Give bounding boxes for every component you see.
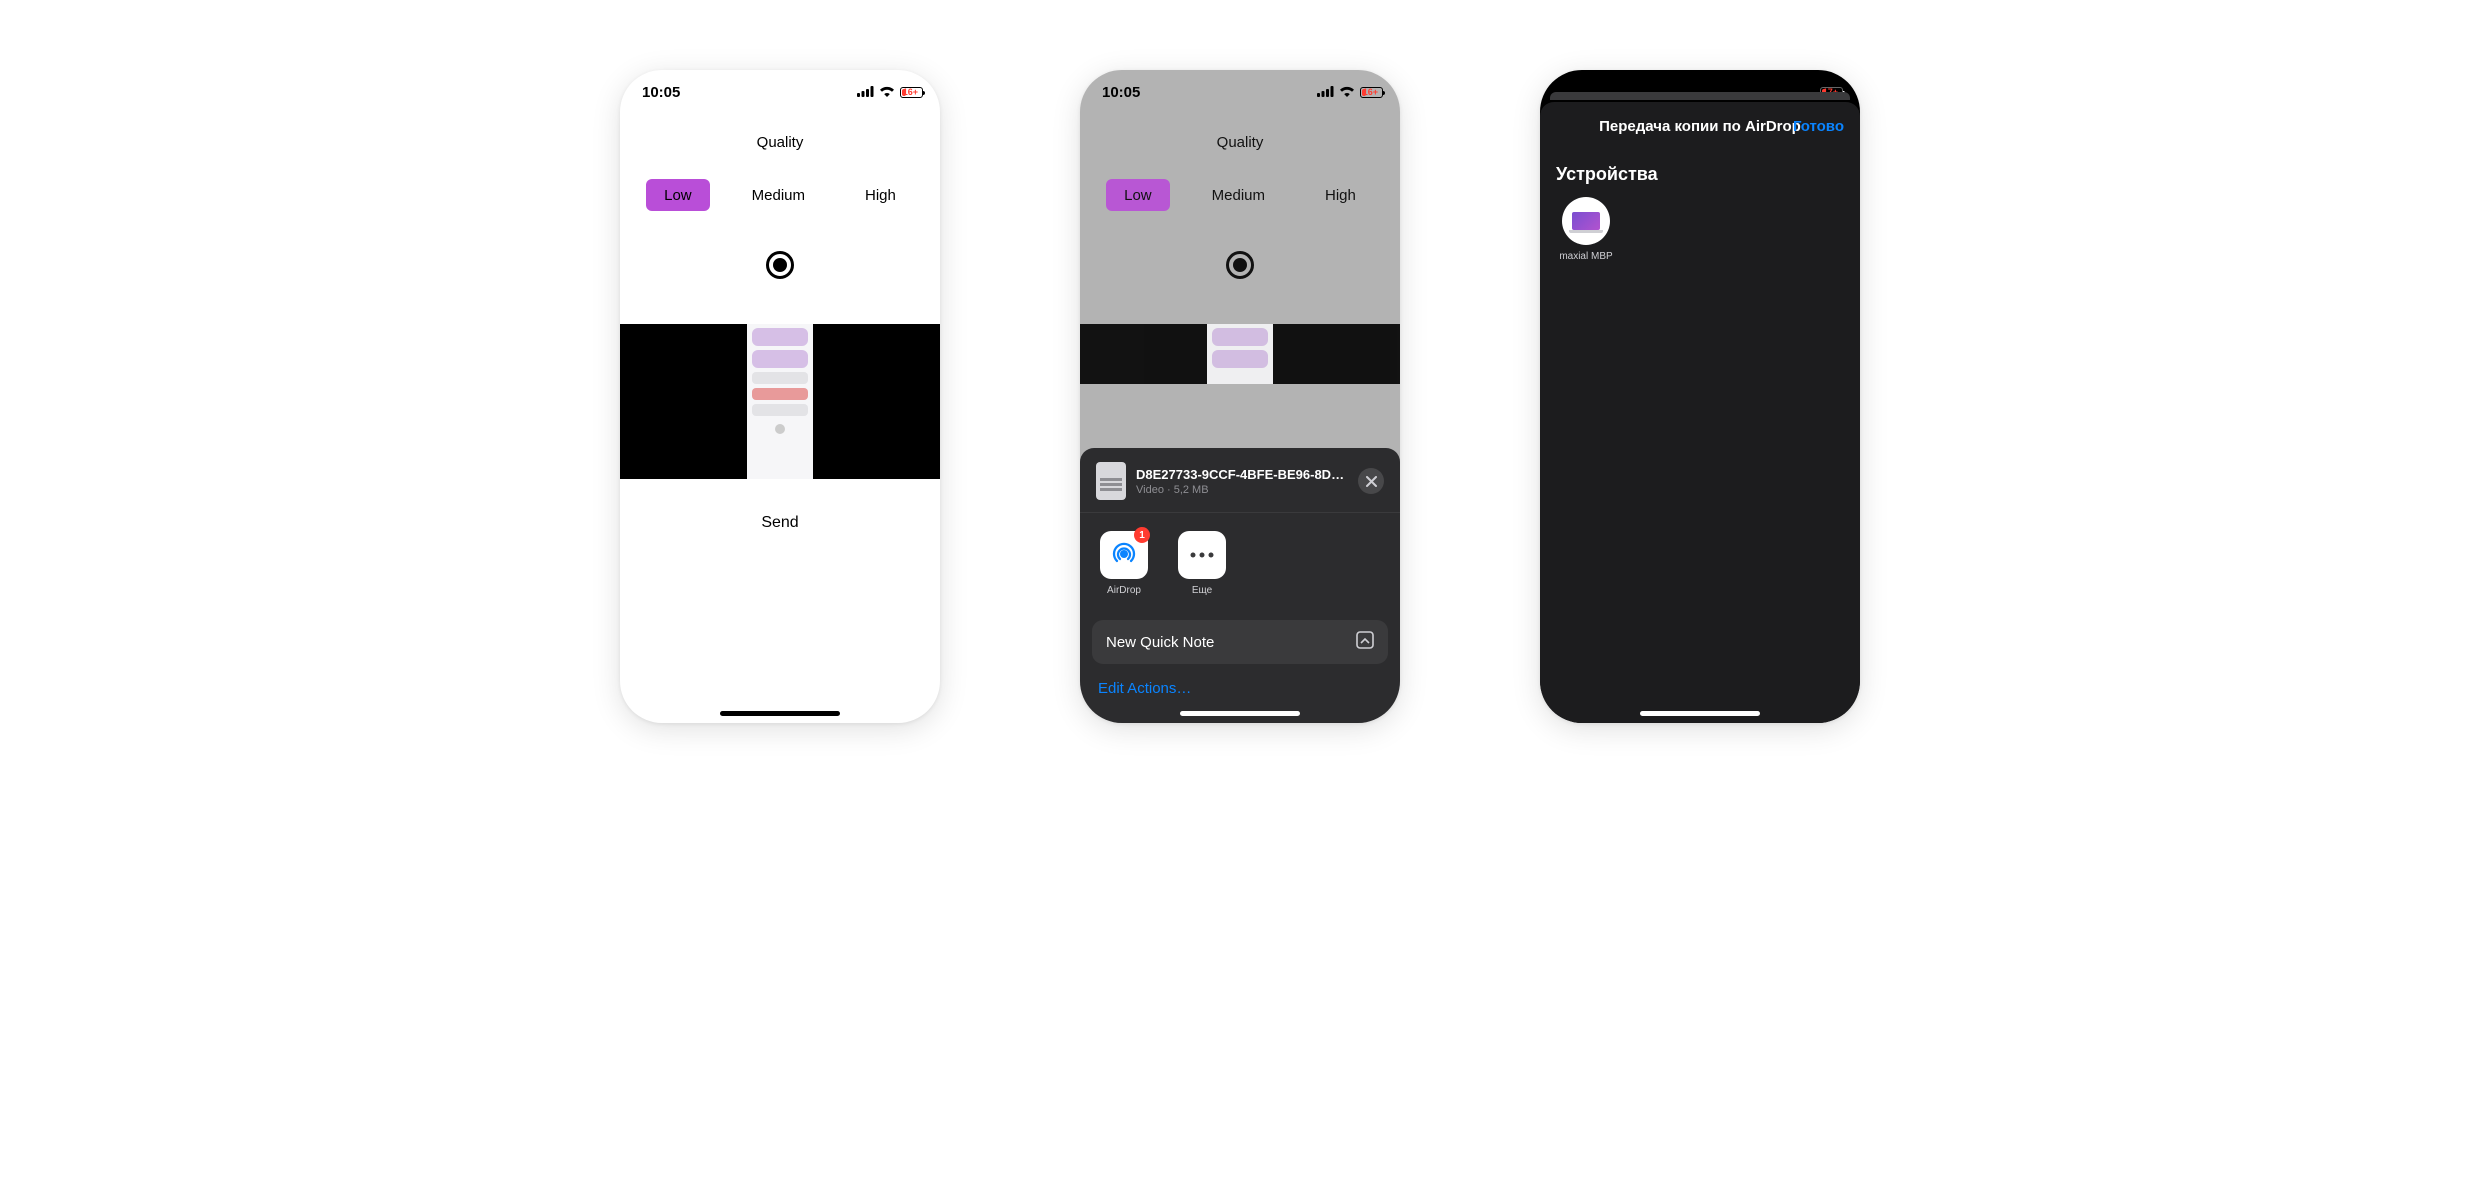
share-app-label: Еще <box>1174 585 1230 596</box>
stacked-card-hint <box>1550 92 1850 100</box>
home-indicator[interactable] <box>1640 711 1760 716</box>
status-bar: 10:05 16+ <box>620 70 940 114</box>
edit-actions-link[interactable]: Edit Actions… <box>1080 664 1400 697</box>
phone-airdrop-picker: 17+ Передача копии по AirDrop Готово Уст… <box>1540 70 1860 723</box>
airdrop-icon <box>1108 538 1140 573</box>
send-button[interactable]: Send <box>620 514 940 532</box>
quality-content: Quality Low Medium High Send <box>620 114 940 532</box>
battery-icon: 16+ <box>900 87 918 98</box>
phone-share-sheet: 10:05 16+ Quality Low Medium High <box>1080 70 1400 723</box>
quick-note-action[interactable]: New Quick Note <box>1092 620 1388 664</box>
airdrop-sheet: Передача копии по AirDrop Готово Устройс… <box>1540 102 1860 723</box>
laptop-icon <box>1572 212 1600 230</box>
home-indicator[interactable] <box>720 711 840 716</box>
wifi-icon <box>879 84 895 101</box>
quick-note-icon <box>1356 631 1374 653</box>
home-indicator[interactable] <box>1180 711 1300 716</box>
share-app-label: AirDrop <box>1096 585 1152 596</box>
share-sheet: D8E27733-9CCF-4BFE-BE96-8DB… Video · 5,2… <box>1080 448 1400 723</box>
phone-quality: 10:05 16+ Quality Low Medium High <box>620 70 940 723</box>
background-content: Quality Low Medium High <box>1080 114 1400 384</box>
wifi-icon <box>1339 84 1355 101</box>
close-button[interactable] <box>1358 468 1384 494</box>
share-header: D8E27733-9CCF-4BFE-BE96-8DB… Video · 5,2… <box>1080 462 1400 513</box>
device-avatar <box>1562 197 1610 245</box>
preview-thumbnail[interactable] <box>747 324 813 479</box>
video-preview <box>620 324 940 479</box>
signal-icon <box>857 84 874 101</box>
preview-pad-left <box>620 324 747 479</box>
quality-option-high[interactable]: High <box>847 179 914 211</box>
airdrop-device[interactable]: maxial MBP <box>1556 197 1616 262</box>
share-app-more[interactable]: Еще <box>1174 531 1230 596</box>
record-button[interactable] <box>766 251 794 279</box>
preview-pad-right <box>813 324 940 479</box>
share-apps-row: 1 AirDrop Еще <box>1080 513 1400 604</box>
done-button[interactable]: Готово <box>1793 118 1844 135</box>
share-app-airdrop[interactable]: 1 AirDrop <box>1096 531 1152 596</box>
file-icon <box>1096 462 1126 500</box>
share-file-name: D8E27733-9CCF-4BFE-BE96-8DB… <box>1136 467 1348 482</box>
share-file-meta: Video · 5,2 MB <box>1136 484 1348 496</box>
status-time: 10:05 <box>1102 84 1140 101</box>
quality-segment: Low Medium High <box>620 179 940 211</box>
quality-option-medium[interactable]: Medium <box>734 179 823 211</box>
quality-title: Quality <box>620 134 940 151</box>
quick-note-label: New Quick Note <box>1106 634 1214 651</box>
airdrop-title: Передача копии по AirDrop <box>1599 118 1801 135</box>
airdrop-badge: 1 <box>1134 527 1150 543</box>
status-time: 10:05 <box>642 84 680 101</box>
battery-icon: 16+ <box>1360 87 1378 98</box>
more-icon <box>1190 550 1214 561</box>
signal-icon <box>1317 84 1334 101</box>
quality-option-low[interactable]: Low <box>646 179 710 211</box>
devices-section-title: Устройства <box>1556 164 1844 185</box>
device-name: maxial MBP <box>1556 251 1616 262</box>
status-bar: 10:05 16+ <box>1080 70 1400 114</box>
